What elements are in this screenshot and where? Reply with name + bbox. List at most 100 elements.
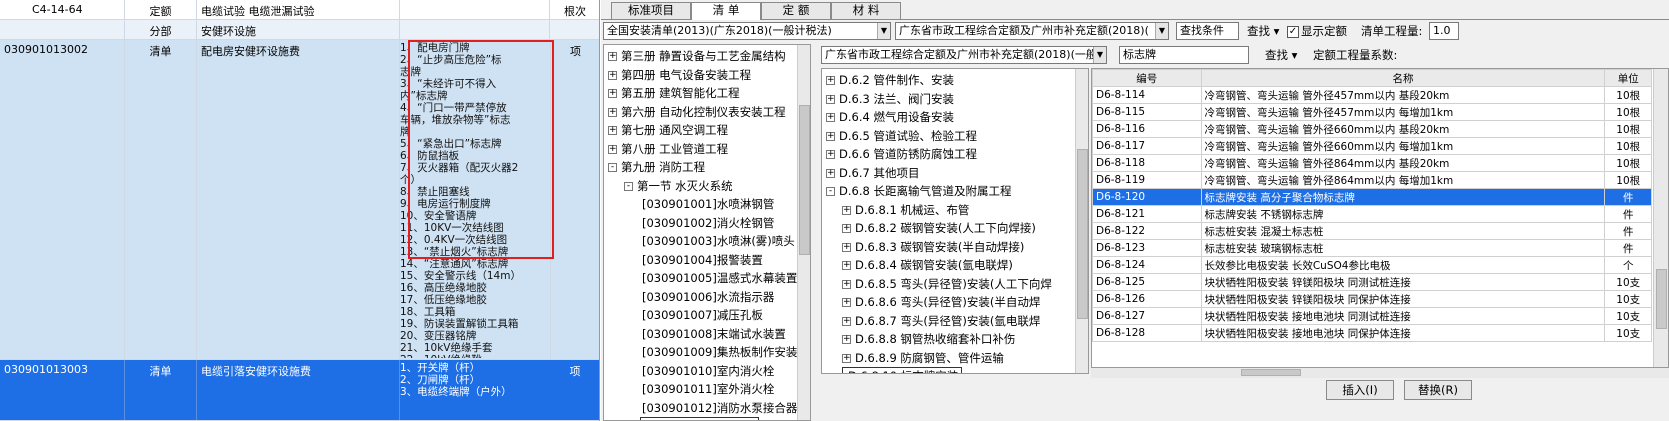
tree-item[interactable]: [030901010]室内消火栓 <box>640 362 774 380</box>
col-name[interactable]: 名称 <box>1200 69 1606 87</box>
tab-standard[interactable]: 标准项目 <box>611 2 691 19</box>
collapse-icon[interactable]: - <box>608 163 617 172</box>
quota-search-input[interactable]: 标志牌 <box>1119 46 1249 64</box>
expand-icon[interactable]: + <box>608 52 617 61</box>
tree-item[interactable]: + 第七册 通风空调工程 <box>608 121 728 139</box>
tree-item[interactable]: [030901007]减压孔板 <box>640 306 763 324</box>
collapse-icon[interactable]: - <box>624 181 633 191</box>
list-lib-select[interactable]: 全国安装清单(2013)(广东2018)(一般计税法) ▼ <box>603 22 891 40</box>
scrollbar-thumb[interactable] <box>1077 149 1088 319</box>
expand-icon[interactable]: + <box>826 94 835 104</box>
find-button[interactable]: 查找 ▾ <box>1247 22 1279 40</box>
tree-item[interactable]: + D.6.8.8 钢管热收缩套补口补伤 <box>842 330 1015 348</box>
quota-find-button[interactable]: 查找 ▾ <box>1265 46 1297 64</box>
tree-item[interactable]: + D.6.2 管件制作、安装 <box>826 71 954 89</box>
table-row[interactable]: 分部 安健环设施 <box>0 20 599 40</box>
insert-button[interactable]: 插入(I) <box>1326 380 1394 400</box>
table-row[interactable]: D6-8-114 冷弯钢管、弯头运输 管外径457mm以内 基段20km 10根 <box>1092 86 1652 104</box>
col-unit[interactable]: 单位 <box>1604 69 1652 87</box>
chevron-down-icon[interactable]: ▼ <box>1093 47 1106 63</box>
tree-item[interactable]: + D.6.8.3 碳钢管安装(半自动焊接) <box>842 238 1024 256</box>
expand-icon[interactable]: + <box>608 126 617 135</box>
table-row[interactable]: D6-8-118 冷弯钢管、弯头运输 管外径864mm以内 基段20km 10根 <box>1092 154 1652 172</box>
expand-icon[interactable]: + <box>842 298 851 307</box>
expand-icon[interactable]: + <box>826 76 835 85</box>
h-scrollbar[interactable] <box>1091 368 1669 378</box>
qty-input[interactable]: 1.0 <box>1429 22 1459 40</box>
scrollbar[interactable] <box>797 45 810 420</box>
tree-item[interactable]: + D.6.6 管道防锈防腐蚀工程 <box>826 145 977 163</box>
h-scrollbar-thumb[interactable] <box>1241 369 1301 376</box>
table-row[interactable]: D6-8-121 标志牌安装 不锈钢标志牌件 <box>1092 205 1652 223</box>
col-code[interactable]: 编号 <box>1092 69 1202 87</box>
tree-item[interactable]: + D.6.8.4 碳钢管安装(氩电联焊) <box>842 256 1013 274</box>
expand-icon[interactable]: + <box>842 279 851 289</box>
expand-icon[interactable]: + <box>826 150 835 159</box>
chevron-down-icon[interactable]: ▼ <box>1155 23 1168 39</box>
table-row[interactable]: D6-8-126 块状牺牲阳极安装 锌镁阳极块 同保护体连接 10支 <box>1092 290 1652 308</box>
quota-lib-select-2[interactable]: 广东省市政工程综合定额及广州市补充定额(2018)(一般 ▼ <box>821 46 1107 64</box>
table-row[interactable]: D6-8-119 冷弯钢管、弯头运输 管外径864mm以内 每增加1km 10根 <box>1092 171 1652 189</box>
scrollbar[interactable] <box>1075 69 1088 373</box>
table-row[interactable]: C4-14-64 定额 电缆试验 电缆泄漏试验 根次 <box>0 0 599 20</box>
table-row[interactable]: D6-8-116 冷弯钢管、弯头运输 管外径660mm以内 基段20km 10根 <box>1092 120 1652 138</box>
tree-item[interactable]: [030901005]温感式水幕装置 <box>640 269 797 287</box>
table-row[interactable]: D6-8-115 冷弯钢管、弯头运输 管外径457mm以内 每增加1km 10根 <box>1092 103 1652 121</box>
table-row[interactable]: D6-8-124 长效参比电极安装 长效CuSO4参比电极个 <box>1092 256 1652 274</box>
expand-icon[interactable]: + <box>826 113 835 122</box>
tree-item[interactable]: [030901011]室外消火栓 <box>640 380 774 398</box>
table-row[interactable]: D6-8-120 标志牌安装 高分子聚合物标志牌件 <box>1092 188 1652 206</box>
expand-icon[interactable]: + <box>608 144 617 154</box>
tree-item[interactable]: + 第四册 电气设备安装工程 <box>608 66 751 84</box>
tree-item[interactable]: - D.6.8 长距离输气管道及附属工程 <box>826 182 1011 200</box>
scrollbar-thumb[interactable] <box>1656 269 1667 329</box>
collapse-icon[interactable]: - <box>826 187 835 196</box>
tree-item[interactable]: [030901003]水喷淋(雾)喷头 <box>640 232 795 250</box>
tree-item[interactable]: + 第六册 自动化控制仪表安装工程 <box>608 103 786 121</box>
tree-item[interactable]: + D.6.3 法兰、阀门安装 <box>826 90 954 108</box>
tree-item[interactable]: + D.6.8.9 防腐钢管、管件运输 <box>842 349 1004 367</box>
expand-icon[interactable]: + <box>842 335 851 344</box>
show-quota-checkbox[interactable]: ✓ 显示定额 <box>1287 22 1347 40</box>
expand-icon[interactable]: + <box>842 242 851 252</box>
table-row[interactable]: D6-8-117 冷弯钢管、弯头运输 管外径660mm以内 每增加1km 10根 <box>1092 137 1652 155</box>
tree-item[interactable]: + D.6.4 燃气用设备安装 <box>826 108 954 126</box>
tree-item[interactable]: [030901006]水流指示器 <box>640 288 774 306</box>
expand-icon[interactable]: + <box>608 70 617 80</box>
tree-item[interactable]: [030901012]消防水泵接合器 <box>640 399 797 417</box>
scrollbar-thumb[interactable] <box>799 105 810 255</box>
search-condition-input[interactable]: 查找条件 <box>1176 22 1239 40</box>
table-row-selected[interactable]: 030901013003 清单 电缆引落安健环设施费 1、开关牌（杆） 2、刀闸… <box>0 360 599 421</box>
expand-icon[interactable]: + <box>842 261 851 270</box>
tab-material[interactable]: 材 料 <box>831 2 901 19</box>
tree-item[interactable]: D.6.8.10 标志牌安装 <box>842 367 963 373</box>
tree-item[interactable]: + 第三册 静置设备与工艺金属结构 <box>608 47 786 65</box>
tree-item[interactable]: + D.6.8.2 碳钢管安装(人工下向焊接) <box>842 219 1036 237</box>
table-row[interactable]: D6-8-128 块状牺牲阳极安装 接地电池块 同保护体连接 10支 <box>1092 324 1652 342</box>
tab-quota[interactable]: 定 额 <box>761 2 831 19</box>
tree-item[interactable]: - 第一节 水灭火系统 <box>624 177 733 195</box>
scrollbar[interactable] <box>1653 69 1668 367</box>
expand-icon[interactable]: + <box>842 205 851 215</box>
tree-item[interactable]: + D.6.8.6 弯头(异径管)安装(半自动焊 <box>842 293 1040 311</box>
tree-item[interactable]: + D.6.8.1 机械运、布管 <box>842 201 969 219</box>
chevron-down-icon[interactable]: ▼ <box>877 23 890 39</box>
tree-item[interactable]: + D.6.8.5 弯头(异径管)安装(人工下向焊 <box>842 275 1052 293</box>
table-row[interactable]: D6-8-122 标志桩安装 混凝土标志桩件 <box>1092 222 1652 240</box>
tree-item[interactable]: [030901009]集热板制作安装 <box>640 343 797 361</box>
quota-lib-select[interactable]: 广东省市政工程综合定额及广州市补充定额(2018)(▼ <box>895 22 1169 40</box>
tree-item[interactable]: + D.6.5 管道试验、检验工程 <box>826 127 977 145</box>
table-row[interactable]: D6-8-123 标志桩安装 玻璃钢标志桩件 <box>1092 239 1652 257</box>
tree-item[interactable]: - 第九册 消防工程 <box>608 158 705 176</box>
tree-item[interactable]: + D.6.7 其他项目 <box>826 164 919 182</box>
expand-icon[interactable]: + <box>826 131 835 141</box>
expand-icon[interactable]: + <box>842 224 851 233</box>
expand-icon[interactable]: + <box>608 89 617 98</box>
tab-bill[interactable]: 清 单 <box>691 2 761 20</box>
table-row[interactable]: D6-8-127 块状牺牲阳极安装 接地电池块 同测试桩连接 10支 <box>1092 307 1652 325</box>
tree-item[interactable]: + 第五册 建筑智能化工程 <box>608 84 740 102</box>
tree-item[interactable]: [030901013]灭火器 <box>640 417 760 420</box>
expand-icon[interactable]: + <box>842 316 851 326</box>
table-row[interactable]: D6-8-125 块状牺牲阳极安装 锌镁阳极块 同测试桩连接 10支 <box>1092 273 1652 291</box>
expand-icon[interactable]: + <box>608 107 617 117</box>
